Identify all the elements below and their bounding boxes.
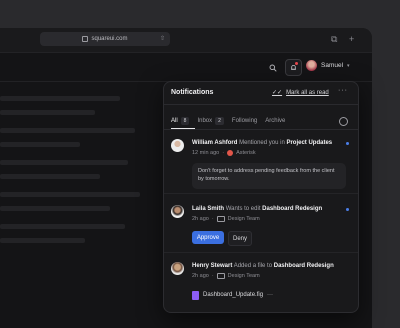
message-preview: Don't forget to address pending feedback…: [192, 163, 346, 189]
tab-count: 8: [180, 117, 190, 125]
notification-meta: 12 min ago · Asterisk: [192, 150, 256, 156]
skeleton-row: [0, 174, 100, 179]
panel-header: Notifications ✓✓ Mark all as read ···: [164, 82, 358, 105]
lock-icon: [82, 36, 89, 42]
timestamp: 2h ago: [192, 216, 209, 222]
timestamp: 12 min ago: [192, 150, 220, 156]
mark-all-read-label: Mark all as read: [286, 89, 329, 96]
notification-action: Wants to edit: [225, 206, 261, 212]
notification-tabs: All 8 Inbox 2 Following Archive: [171, 117, 285, 125]
more-options-icon[interactable]: ···: [338, 87, 348, 94]
settings-icon[interactable]: [339, 117, 348, 126]
panel-title: Notifications: [171, 89, 214, 96]
mark-all-read-button[interactable]: ✓✓ Mark all as read: [272, 89, 329, 97]
more-options-icon[interactable]: ···: [267, 292, 273, 298]
sender-name: Laila Smith: [192, 206, 225, 212]
notification-text: Laila Smith Wants to edit Dashboard Rede…: [192, 206, 322, 212]
notification-meta: 2h ago · Design Team: [192, 216, 260, 222]
tab-label: Archive: [265, 118, 286, 124]
avatar: [171, 262, 184, 275]
file-name: Dashboard_Update.fig: [203, 292, 264, 298]
notification-text: William Ashford Mentioned you in Project…: [192, 140, 332, 146]
skeleton-row: [0, 224, 125, 229]
figma-file-icon: [192, 290, 199, 300]
approve-button[interactable]: Approve: [192, 231, 224, 244]
skeleton-row: [0, 160, 128, 165]
deny-button[interactable]: Deny: [228, 231, 252, 246]
notification-text: Henry Stewart Added a file to Dashboard …: [192, 263, 334, 269]
divider: [164, 129, 358, 130]
timestamp: 2h ago: [192, 273, 209, 279]
unread-dot: [346, 142, 349, 145]
notification-meta: 2h ago · Design Team: [192, 273, 260, 279]
sender-name: Henry Stewart: [192, 263, 233, 269]
double-check-icon: ✓✓: [272, 90, 283, 96]
skeleton-row: [0, 192, 140, 197]
notification-action: Mentioned you in: [239, 140, 285, 146]
avatar: [306, 60, 317, 71]
skeleton-row: [0, 96, 120, 101]
address-bar-url: squareui.com: [91, 36, 128, 42]
tab-label: All: [171, 118, 178, 124]
user-name: Samuel: [321, 62, 344, 69]
divider: [164, 252, 358, 253]
tab-inbox[interactable]: Inbox 2: [197, 117, 224, 125]
workspace-icon: [227, 150, 234, 156]
search-icon[interactable]: [269, 64, 277, 72]
notifications-panel: Notifications ✓✓ Mark all as read ··· Al…: [163, 81, 359, 313]
skeleton-row: [0, 110, 95, 115]
bell-icon: [291, 65, 296, 70]
tab-count: 2: [215, 117, 224, 125]
workspace-tag: Asterisk: [236, 150, 256, 156]
share-icon[interactable]: ⇧: [160, 35, 165, 42]
workspace-tag: Design Team: [227, 216, 260, 222]
avatar: [171, 205, 184, 218]
folder-icon: [216, 273, 225, 279]
tab-following[interactable]: Following: [232, 118, 257, 124]
file-attachment[interactable]: Dashboard_Update.fig ···: [192, 289, 302, 301]
notification-dot: [295, 62, 298, 65]
notification-target: Dashboard Redesign: [273, 263, 334, 269]
tab-archive[interactable]: Archive: [265, 118, 285, 124]
unread-dot: [346, 208, 349, 211]
chevron-down-icon: ▾: [347, 62, 350, 69]
skeleton-row: [0, 206, 110, 211]
notification-target: Project Updates: [286, 140, 333, 146]
folder-icon: [216, 216, 225, 222]
notification-action: Added a file to: [233, 263, 273, 269]
new-tab-icon[interactable]: +: [349, 34, 354, 44]
notifications-button[interactable]: [285, 59, 302, 76]
avatar: [171, 139, 184, 152]
workspace-tag: Design Team: [227, 273, 260, 279]
notification-target: Dashboard Redesign: [262, 206, 323, 212]
skeleton-row: [0, 128, 135, 133]
tab-all[interactable]: All 8: [171, 117, 190, 125]
user-menu[interactable]: Samuel ▾: [306, 60, 350, 71]
address-bar[interactable]: squareui.com ⇧: [40, 32, 170, 46]
divider: [164, 193, 358, 194]
skeleton-row: [0, 142, 80, 147]
tabs-icon[interactable]: ⧉: [331, 34, 337, 45]
skeleton-row: [0, 238, 85, 243]
tab-label: Following: [231, 118, 258, 124]
tab-label: Inbox: [197, 118, 213, 124]
sender-name: William Ashford: [192, 140, 238, 146]
